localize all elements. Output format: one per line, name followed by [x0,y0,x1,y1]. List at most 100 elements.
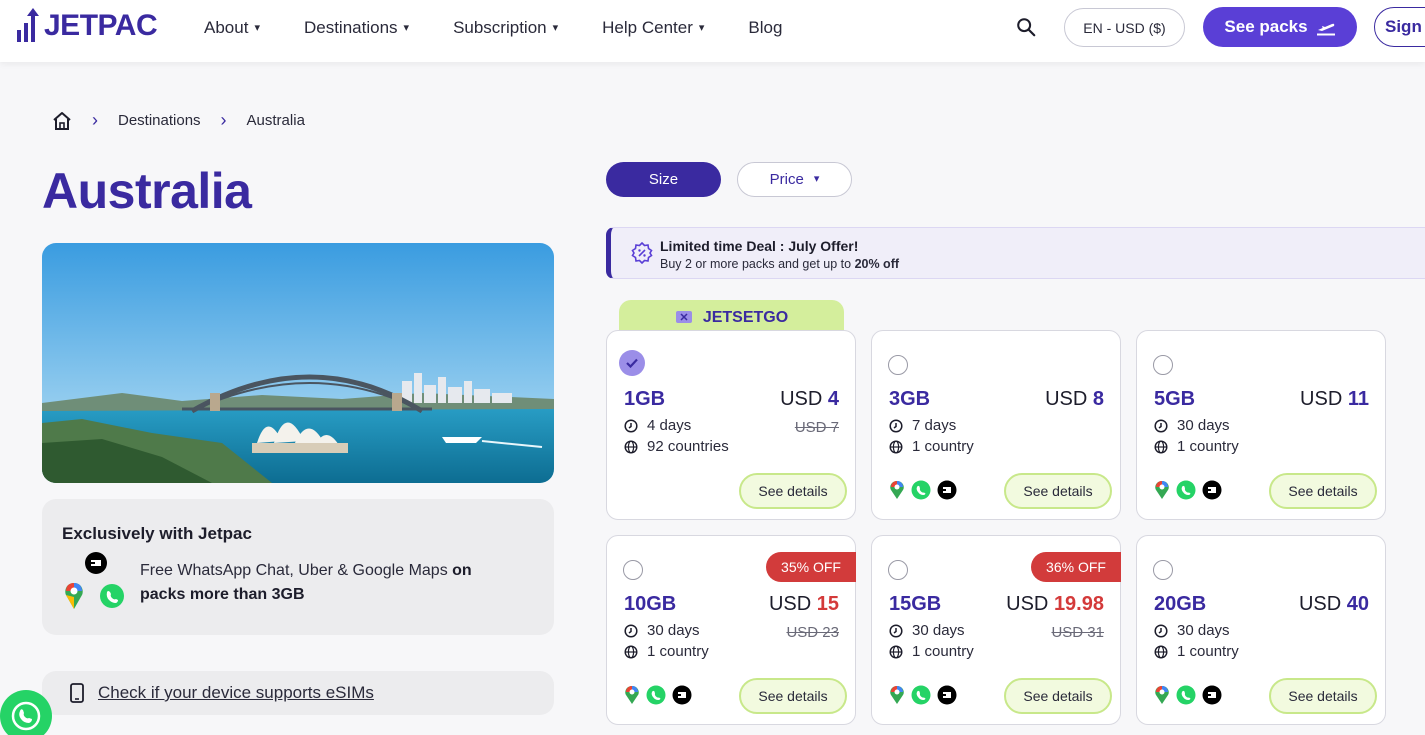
pack-radio[interactable] [1153,355,1173,375]
search-icon[interactable] [1015,16,1037,38]
whatsapp-icon [11,701,41,731]
see-packs-button[interactable]: See packs [1203,7,1357,47]
pack-card-1gb[interactable]: 1GB USD 4 USD 7 4 days 92 countries See … [606,330,856,520]
see-details-button[interactable]: See details [1269,473,1377,509]
deal-subtitle-plain: Buy 2 or more packs and get up to [660,257,855,271]
pack-app-icons [889,480,957,500]
pack-price: USD 15 [769,593,839,616]
language-currency-button[interactable]: EN - USD ($) [1064,8,1185,47]
see-details-button[interactable]: See details [739,678,847,714]
discount-badge: 35% OFF [766,552,856,582]
main-nav: About ▾ Destinations ▾ Subscription ▾ Help … [204,0,826,56]
nav-about[interactable]: About ▾ [204,18,260,38]
see-details-button[interactable]: See details [1004,678,1112,714]
pack-coverage-label: 1 country [912,438,974,455]
pack-days: 30 days [1177,622,1230,639]
pack-price: USD 11 [1300,388,1369,411]
uber-icon [85,552,107,574]
pack-size: 10GB [624,593,677,615]
whatsapp-icon [100,584,124,608]
discount-badge-icon [631,242,653,264]
pack-radio[interactable] [623,560,643,580]
exclusive-offer-box: Exclusively with Jetpac Free WhatsApp Ch… [42,499,554,635]
pack-card-10gb[interactable]: 35% OFF 10GB USD 15 USD 23 30 days 1 cou… [606,535,856,725]
pack-size: 3GB [889,388,931,410]
pack-app-icons [1154,480,1222,500]
pack-radio-selected[interactable] [619,350,645,376]
pack-radio[interactable] [888,355,908,375]
google-maps-icon [1155,686,1169,704]
deal-subtitle: Buy 2 or more packs and get up to 20% of… [660,257,899,271]
nav-help-center[interactable]: Help Center ▾ [602,18,704,38]
pack-app-icons [889,685,957,705]
pack-duration: 30 days [624,622,700,639]
nav-subscription[interactable]: Subscription ▾ [453,18,558,38]
whatsapp-chat-button[interactable] [0,690,52,735]
pack-old-price: USD 23 [786,624,839,641]
home-icon[interactable] [52,111,72,131]
app-icons-group [62,551,132,613]
site-header: JETPAC About ▾ Destinations ▾ Subscription… [0,0,1425,62]
pack-card-15gb[interactable]: 36% OFF 15GB USD 19.98 USD 31 30 days 1 … [871,535,1121,725]
pack-coverage-label: 1 country [647,643,709,660]
uber-icon [937,480,957,500]
sign-in-button[interactable]: Sign in [1374,7,1425,47]
jetpac-logo[interactable]: JETPAC [16,8,158,44]
nav-destinations[interactable]: Destinations ▾ [304,18,409,38]
nav-blog-label: Blog [748,18,783,37]
see-packs-label: See packs [1224,17,1308,36]
pack-card-3gb[interactable]: 3GB USD 8 7 days 1 country See details [871,330,1121,520]
pack-size: 5GB [1154,388,1196,410]
see-details-button[interactable]: See details [739,473,847,509]
chevron-right-icon: › [92,110,98,130]
chevron-down-icon: ▾ [813,173,820,185]
pack-price: USD 4 [780,388,839,411]
google-maps-icon [65,583,83,609]
device-check-label[interactable]: Check if your device supports eSIMs [98,683,374,703]
filter-size-button[interactable]: Size [606,162,721,197]
exclusive-text-plain: Free WhatsApp Chat, Uber & Google Maps [140,562,453,579]
pack-radio[interactable] [1153,560,1173,580]
pack-duration: 30 days [1154,622,1230,639]
discount-badge: 36% OFF [1031,552,1121,582]
pack-card-20gb[interactable]: 20GB USD 40 30 days 1 country See detail… [1136,535,1386,725]
logo-text: JETPAC [44,9,158,42]
google-maps-icon [1155,481,1169,499]
nav-blog[interactable]: Blog [748,18,782,38]
pack-duration: 7 days [889,417,956,434]
pack-card-5gb[interactable]: 5GB USD 11 30 days 1 country See details [1136,330,1386,520]
nav-destinations-label: Destinations [303,18,398,37]
see-details-button[interactable]: See details [1004,473,1112,509]
pack-currency: USD [1298,593,1342,615]
device-check-link[interactable]: Check if your device supports eSIMs [42,671,554,715]
pack-coverage: 1 country [889,438,974,455]
breadcrumb-destinations[interactable]: Destinations [118,112,201,129]
pack-duration: 30 days [1154,417,1230,434]
chevron-down-icon: ▾ [552,21,559,34]
chevron-down-icon: ▾ [254,21,260,34]
globe-icon [624,644,638,659]
globe-icon [889,644,903,659]
pack-coverage: 92 countries [624,438,729,455]
pack-price: USD 40 [1299,593,1369,616]
pack-price-value: 4 [827,388,839,410]
clock-icon [624,418,638,433]
pack-old-price: USD 7 [794,419,839,436]
pack-radio[interactable] [888,560,908,580]
globe-icon [889,439,903,454]
australia-hero-image [42,243,554,483]
clock-icon [889,418,903,433]
pack-coverage: 1 country [889,643,974,660]
sydney-harbour-illustration [42,243,554,483]
pack-coverage: 1 country [1154,438,1239,455]
see-details-button[interactable]: See details [1269,678,1377,714]
pack-coverage-label: 1 country [1177,438,1239,455]
pack-price-value: 19.98 [1053,593,1104,615]
clock-icon [624,623,638,638]
clock-icon [1154,418,1168,433]
filter-price-button[interactable]: Price ▾ [737,162,852,197]
pack-coverage-label: 1 country [1177,643,1239,660]
globe-icon [1154,439,1168,454]
pack-duration: 30 days [889,622,965,639]
pack-price: USD 8 [1045,388,1104,411]
